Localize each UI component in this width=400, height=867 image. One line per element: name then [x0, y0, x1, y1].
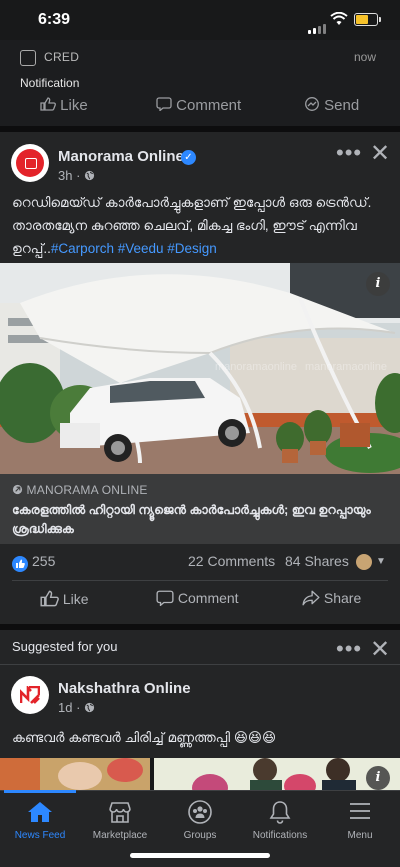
share-count[interactable]: 84 Shares — [285, 553, 349, 569]
nakshathra-avatar[interactable] — [11, 676, 49, 714]
previous-send-button[interactable]: Send — [304, 97, 359, 114]
comment-button[interactable]: Comment — [156, 590, 239, 607]
suggested-page-name[interactable]: Nakshathra Online — [58, 680, 191, 697]
image-watermark-2: manoramaonline — [305, 361, 387, 373]
previous-like-button[interactable]: Like — [40, 97, 88, 114]
previous-post-actions: Like Comment Send — [0, 92, 400, 126]
tab-notifications-label: Notifications — [252, 830, 308, 841]
notification-time: now — [353, 50, 376, 64]
home-indicator[interactable] — [130, 853, 270, 858]
like-label: Like — [62, 591, 89, 607]
suggested-hide-button[interactable]: ✕ — [370, 635, 390, 664]
post-hashtags[interactable]: #Carporch #Veedu #Design — [51, 241, 217, 256]
comment-label: Comment — [177, 590, 239, 606]
link-title: കേരളത്തിൽ ഹിറ്റായി ന്യൂജെൻ കാർപോർച്ചുകൾ;… — [12, 503, 371, 536]
suggested-heading: Suggested for you — [12, 639, 118, 654]
like-button[interactable]: Like — [40, 590, 89, 607]
active-tab-indicator — [4, 790, 76, 793]
verified-badge-icon: ✓ — [181, 150, 196, 165]
reaction-count[interactable]: 255 — [32, 553, 55, 569]
messenger-icon — [305, 97, 319, 111]
tab-news-feed-label: News Feed — [14, 830, 66, 841]
notification-title: Notification — [20, 76, 80, 90]
share-label: Share — [323, 590, 362, 606]
globe-icon — [84, 702, 95, 713]
previous-like-label: Like — [60, 97, 88, 114]
post-image[interactable]: manoramaonline manoramaonline i — [0, 263, 400, 474]
nakshathra-logo-icon — [20, 686, 40, 704]
manorama-avatar[interactable] — [11, 144, 49, 182]
post-more-options-button[interactable]: ••• — [336, 140, 362, 166]
link-source-label: MANORAMA ONLINE — [26, 483, 148, 497]
suggested-meta: 1d · — [58, 700, 95, 715]
menu-icon — [350, 803, 370, 819]
share-icon — [302, 590, 320, 606]
suggested-text: കണ്ടവർ കണ്ടവർ ചിരിച്ച് മണ്ണുത്തപ്പി 😆😆😆 — [12, 730, 277, 745]
tab-groups-label: Groups — [183, 830, 217, 841]
reaction-dropdown-icon[interactable]: ▼ — [376, 556, 386, 567]
home-icon — [28, 802, 52, 822]
tab-menu-label: Menu — [347, 830, 373, 841]
post-meta: 3h · — [58, 168, 95, 183]
post-text: റെഡിമെയ്ഡ് കാർപോർച്ചുകളാണ് ഇപ്പോൾ ഒരു ട്… — [12, 191, 388, 260]
image-info-button[interactable]: i — [366, 272, 390, 296]
battery-icon — [354, 13, 381, 26]
viewer-avatar[interactable] — [356, 554, 372, 570]
previous-comment-label: Comment — [176, 97, 242, 114]
image-watermark: manoramaonline — [215, 361, 297, 373]
link-source: MANORAMA ONLINE — [12, 483, 148, 497]
cellular-signal-icon — [308, 16, 328, 34]
notification-app-name: CRED — [44, 50, 80, 64]
marketplace-icon — [109, 802, 131, 823]
suggested-time: 1d · — [58, 700, 85, 715]
like-reaction-icon — [12, 556, 28, 572]
previous-comment-button[interactable]: Comment — [156, 97, 241, 114]
wifi-icon — [330, 12, 348, 25]
share-button[interactable]: Share — [302, 590, 361, 606]
comment-icon — [156, 97, 172, 112]
link-icon — [12, 484, 23, 495]
globe-icon — [84, 170, 95, 181]
previous-send-label: Send — [324, 97, 360, 114]
comment-icon — [156, 590, 174, 607]
post-time: 3h · — [58, 168, 85, 183]
suggested-image-info-button[interactable]: i — [366, 766, 390, 790]
suggested-more-options-button[interactable]: ••• — [336, 636, 362, 662]
post-page-name[interactable]: Manorama Online — [58, 148, 184, 165]
thumbs-up-icon — [40, 590, 59, 607]
status-bar: 6:39 — [0, 0, 400, 40]
cred-app-icon — [20, 50, 36, 66]
thumbs-up-icon — [40, 97, 56, 111]
post-hide-button[interactable]: ✕ — [370, 139, 390, 168]
bell-icon — [269, 801, 291, 824]
status-time: 6:39 — [38, 11, 71, 28]
actions-divider — [12, 580, 388, 581]
groups-icon — [188, 800, 212, 824]
comment-count[interactable]: 22 Comments — [188, 553, 275, 569]
tab-marketplace-label: Marketplace — [92, 830, 148, 841]
suggested-divider — [0, 664, 400, 665]
